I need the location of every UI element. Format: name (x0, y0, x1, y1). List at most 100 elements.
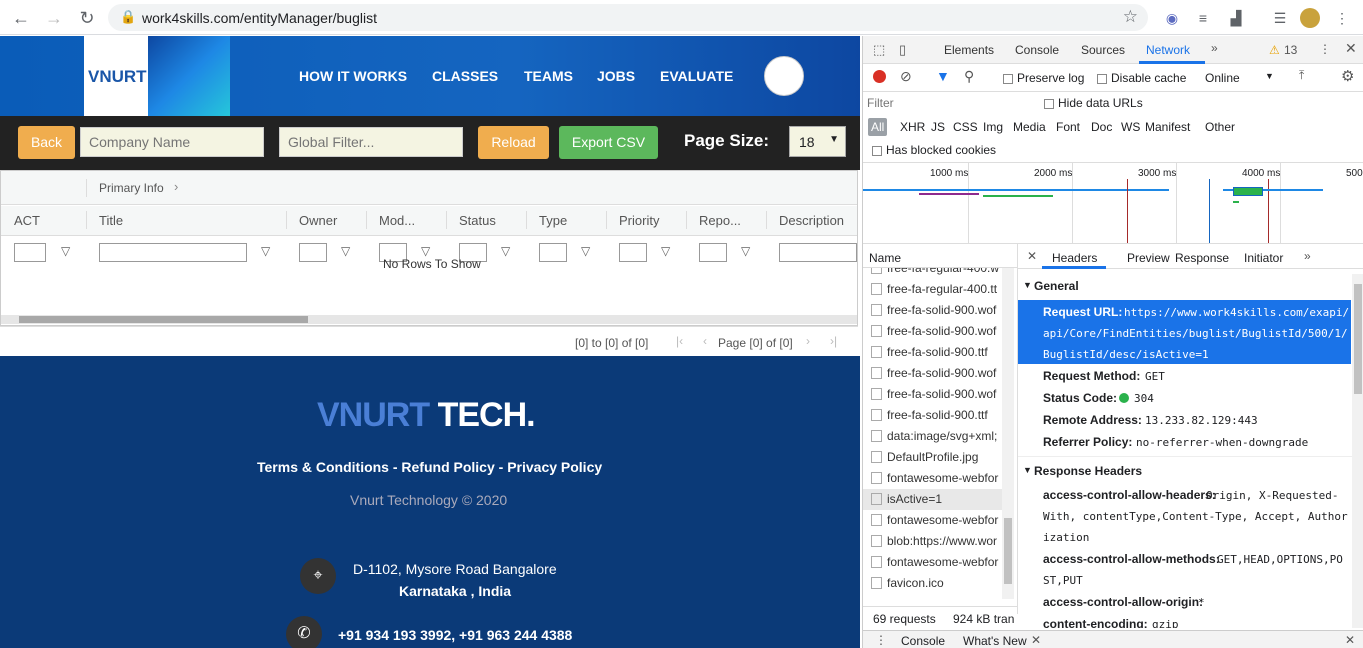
settings-dots-icon[interactable]: ⋮ (1319, 42, 1331, 56)
profile-avatar[interactable] (1300, 8, 1320, 28)
prev-page-icon[interactable]: ‹ (703, 334, 707, 348)
global-filter-input[interactable] (279, 127, 463, 157)
filter-funnel-icon[interactable]: ▼ (936, 68, 950, 84)
request-row[interactable]: free-fa-solid-900.wof (863, 321, 1003, 342)
more-tabs-icon[interactable]: » (1211, 41, 1218, 55)
request-row[interactable]: fontawesome-webfor (863, 468, 1003, 489)
request-list-scrollbar[interactable] (1002, 268, 1014, 599)
tab-headers[interactable]: Headers (1052, 251, 1097, 265)
col-act[interactable]: ACT (14, 213, 40, 228)
filter-funnel-icon[interactable]: ▽ (581, 244, 590, 258)
general-section-title[interactable]: General (1034, 279, 1079, 293)
drawer-tab-console[interactable]: Console (901, 634, 945, 648)
forward-arrow-icon[interactable]: → (43, 7, 65, 29)
extension-icon[interactable]: ◉ (1162, 8, 1182, 28)
request-row[interactable]: DefaultProfile.jpg (863, 447, 1003, 468)
network-filter-input[interactable] (867, 94, 1031, 112)
col-priority[interactable]: Priority (619, 213, 659, 228)
device-toolbar-icon[interactable]: ▯ (899, 42, 906, 58)
warning-count[interactable]: 13 (1284, 43, 1297, 57)
warning-icon[interactable]: ⚠ (1269, 43, 1280, 57)
request-row[interactable]: free-fa-solid-900.ttf (863, 342, 1003, 363)
request-row[interactable]: fontawesome-webfor (863, 552, 1003, 573)
filter-funnel-icon[interactable]: ▽ (501, 244, 510, 258)
hide-data-urls-option[interactable]: Hide data URLs (1044, 96, 1143, 110)
col-owner[interactable]: Owner (299, 213, 337, 228)
close-drawer-icon[interactable]: ✕ (1345, 633, 1355, 647)
response-headers-title[interactable]: Response Headers (1034, 464, 1142, 478)
preserve-log-option[interactable]: Preserve log (1003, 71, 1084, 85)
filter-funnel-icon[interactable]: ▽ (341, 244, 350, 258)
col-modified[interactable]: Mod... (379, 213, 415, 228)
nav-teams[interactable]: TEAMS (524, 68, 573, 84)
search-icon[interactable]: ⚲ (964, 68, 974, 85)
filter-funnel-icon[interactable]: ▽ (741, 244, 750, 258)
menu-dots-icon[interactable]: ⋮ (1332, 8, 1352, 28)
filter-funnel-icon[interactable]: ▽ (61, 244, 70, 258)
type-filter-xhr[interactable]: XHR (900, 120, 925, 134)
filter-owner[interactable] (299, 243, 327, 262)
filter-funnel-icon[interactable]: ▽ (261, 244, 270, 258)
close-devtools-icon[interactable]: ✕ (1345, 40, 1357, 57)
tab-elements[interactable]: Elements (944, 43, 994, 57)
col-description[interactable]: Description (779, 213, 844, 228)
col-status[interactable]: Status (459, 213, 496, 228)
request-row[interactable]: free-fa-solid-900.ttf (863, 405, 1003, 426)
tab-sources[interactable]: Sources (1081, 43, 1125, 57)
group-primary-info[interactable]: Primary Info (99, 181, 164, 195)
dropdown-arrow-icon[interactable]: ▼ (1265, 71, 1274, 81)
request-row[interactable]: free-fa-solid-900.wof (863, 300, 1003, 321)
col-title[interactable]: Title (99, 213, 123, 228)
type-filter-css[interactable]: CSS (953, 120, 978, 134)
type-filter-manifest[interactable]: Manifest (1145, 120, 1190, 134)
site-logo[interactable]: VNURT (84, 36, 230, 116)
type-filter-img[interactable]: Img (983, 120, 1003, 134)
import-har-icon[interactable]: ⤒ (1299, 68, 1304, 83)
scrollbar-thumb[interactable] (1004, 518, 1012, 584)
request-row[interactable]: data:image/svg+xml; (863, 426, 1003, 447)
type-filter-other[interactable]: Other (1205, 120, 1235, 134)
tab-network[interactable]: Network (1146, 43, 1190, 57)
network-timeline[interactable]: 1000 ms 2000 ms 3000 ms 4000 ms 500 (863, 162, 1363, 244)
more-tabs-icon[interactable]: » (1304, 249, 1311, 263)
request-row[interactable]: isActive=1 (863, 489, 1003, 510)
nav-how-it-works[interactable]: HOW IT WORKS (299, 68, 407, 84)
col-type[interactable]: Type (539, 213, 567, 228)
disable-cache-option[interactable]: Disable cache (1097, 71, 1186, 85)
horizontal-scrollbar[interactable] (1, 315, 857, 324)
request-row[interactable]: free-fa-solid-900.wof (863, 363, 1003, 384)
request-row[interactable]: fontawesome-webfor (863, 510, 1003, 531)
details-scrollbar[interactable] (1352, 274, 1363, 628)
footer-policy-links[interactable]: Terms & Conditions - Refund Policy - Pri… (257, 459, 602, 475)
type-filter-ws[interactable]: WS (1121, 120, 1140, 134)
has-blocked-cookies-option[interactable]: Has blocked cookies (872, 143, 996, 157)
type-filter-js[interactable]: JS (931, 120, 945, 134)
filter-funnel-icon[interactable]: ▽ (661, 244, 670, 258)
filter-priority[interactable] (619, 243, 647, 262)
back-arrow-icon[interactable]: ← (10, 7, 32, 29)
export-csv-button[interactable]: Export CSV (559, 126, 658, 159)
last-page-icon[interactable]: ›| (830, 334, 837, 348)
name-column-header[interactable]: Name (869, 251, 901, 265)
type-filter-doc[interactable]: Doc (1091, 120, 1112, 134)
type-filter-font[interactable]: Font (1056, 120, 1080, 134)
expand-triangle-icon[interactable]: ▼ (1023, 465, 1032, 475)
back-button[interactable]: Back (18, 126, 75, 159)
type-filter-media[interactable]: Media (1013, 120, 1046, 134)
request-row[interactable]: favicon.ico (863, 573, 1003, 594)
throttle-select[interactable]: Online (1205, 71, 1240, 85)
filter-reporter[interactable] (699, 243, 727, 262)
drawer-menu-icon[interactable]: ⋮ (875, 633, 887, 647)
gear-icon[interactable]: ⚙ (1341, 67, 1354, 85)
media-list-icon[interactable]: ☰ (1270, 8, 1290, 28)
request-row[interactable]: blob:https://www.wor (863, 531, 1003, 552)
nav-classes[interactable]: CLASSES (432, 68, 498, 84)
filter-title[interactable] (99, 243, 247, 262)
tab-preview[interactable]: Preview (1127, 251, 1170, 265)
chart-extension-icon[interactable]: ▟ (1226, 8, 1246, 28)
inspect-cursor-icon[interactable]: ⬚ (873, 42, 885, 58)
close-drawer-tab-icon[interactable]: ✕ (1031, 633, 1041, 647)
user-avatar[interactable] (764, 56, 804, 96)
scrollbar-thumb[interactable] (19, 316, 308, 323)
filter-description[interactable] (779, 243, 857, 262)
